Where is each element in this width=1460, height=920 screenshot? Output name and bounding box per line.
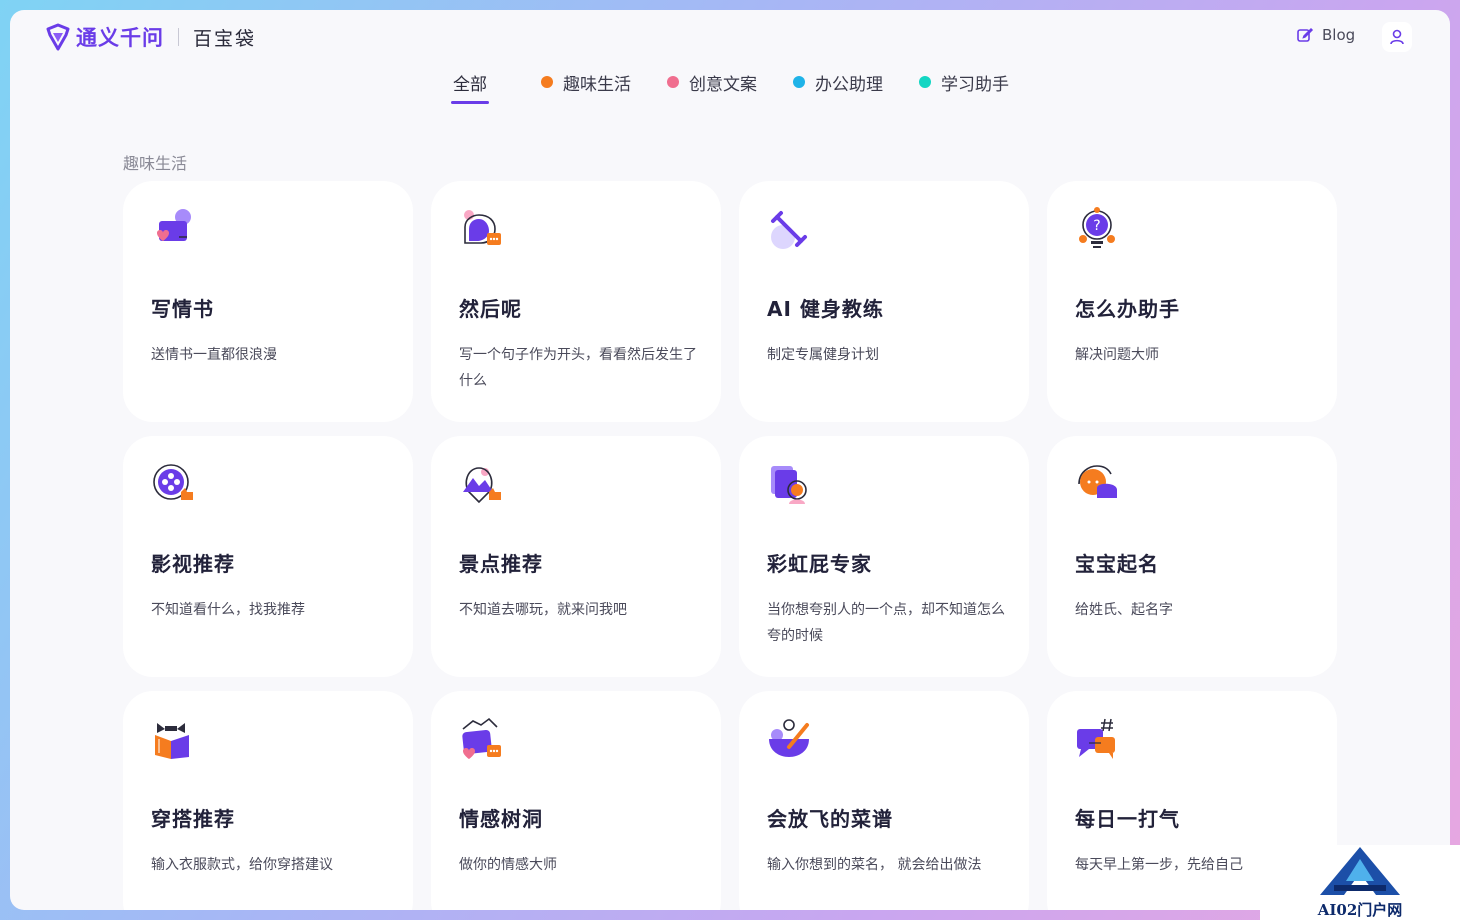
category-dot-icon <box>793 76 805 88</box>
svg-text:?: ? <box>1093 218 1100 234</box>
card-description: 不知道去哪玩，就来问我吧 <box>459 602 627 618</box>
section-title: 趣味生活 <box>123 154 188 173</box>
category-dot-icon <box>541 76 553 88</box>
card-description: 制定专属健身计划 <box>767 347 879 363</box>
edit-icon <box>1297 27 1314 42</box>
user-avatar-button[interactable] <box>1382 22 1412 52</box>
card-description: 当你想夸别人的一个点，却不知道怎么夸的时候 <box>767 602 1005 644</box>
map-pin-icon <box>463 467 501 504</box>
tab-1[interactable]: 趣味生活 <box>523 66 649 98</box>
lightbulb-question-icon: ? <box>1079 207 1115 248</box>
film-reel-icon <box>153 464 193 500</box>
outfit-icon <box>155 723 189 759</box>
header-divider <box>178 28 179 46</box>
tab-4[interactable]: 学习助手 <box>901 66 1027 98</box>
card-title: 写情书 <box>151 297 214 321</box>
product-name: 百宝袋 <box>193 27 257 50</box>
tab-label: 办公助理 <box>815 74 883 95</box>
tool-card[interactable]: 宝宝起名给姓氏、起名字 <box>1047 436 1337 677</box>
tool-card[interactable]: 会放飞的菜谱输入你想到的菜名， 就会给出做法 <box>739 691 1029 910</box>
user-icon <box>1390 29 1404 45</box>
card-title: 穿搭推荐 <box>151 807 235 831</box>
blog-link[interactable]: Blog <box>1296 26 1355 44</box>
card-description: 给姓氏、起名字 <box>1075 602 1173 618</box>
card-title: 会放飞的菜谱 <box>767 807 893 831</box>
tool-card[interactable]: 彩虹屁专家当你想夸别人的一个点，却不知道怎么夸的时候 <box>739 436 1029 677</box>
tool-card[interactable]: 然后呢写一个句子作为开头，看看然后发生了什么 <box>431 181 721 422</box>
tongyi-logo-icon <box>46 23 70 51</box>
card-grid: 写情书 送情书一直都很浪漫 然后呢 写一个句子作为开头，看看然后发生了什么 AI 健身教… <box>123 181 1343 910</box>
heart-chat-icon <box>462 717 501 759</box>
tool-card[interactable]: 穿搭推荐输入衣服款式，给你穿搭建议 <box>123 691 413 910</box>
watermark-logo-icon <box>1320 847 1400 895</box>
category-tabs: 全部 趣味生活 创意文案 办公助理 学习助手 <box>10 66 1450 110</box>
card-title: 情感树洞 <box>459 807 543 831</box>
card-title: 影视推荐 <box>151 552 235 576</box>
watermark-text: AI02门户网 <box>1317 901 1403 919</box>
card-description: 做你的情感大师 <box>459 857 557 873</box>
tool-card[interactable]: 景点推荐不知道去哪玩，就来问我吧 <box>431 436 721 677</box>
cooking-bowl-icon <box>769 719 809 757</box>
tool-card[interactable]: AI 健身教练制定专属健身计划 <box>739 181 1029 422</box>
tool-card[interactable]: 情感树洞做你的情感大师 <box>431 691 721 910</box>
logo[interactable]: 通义千问 百宝袋 <box>44 22 256 52</box>
tool-card[interactable]: ? 怎么办助手解决问题大师 <box>1047 181 1337 422</box>
card-title: 每日一打气 <box>1075 807 1180 831</box>
card-title: 彩虹屁专家 <box>767 552 872 576</box>
love-letter-icon <box>157 209 191 241</box>
card-description: 解决问题大师 <box>1075 347 1159 363</box>
card-title: 景点推荐 <box>459 552 543 576</box>
card-title: 怎么办助手 <box>1075 297 1180 321</box>
card-description: 输入你想到的菜名， 就会给出做法 <box>767 857 982 873</box>
tab-2[interactable]: 创意文案 <box>649 66 775 98</box>
card-description: 不知道看什么，找我推荐 <box>151 602 305 618</box>
baby-icon <box>1078 465 1117 498</box>
category-dot-icon <box>919 76 931 88</box>
praise-card-icon <box>771 466 807 504</box>
card-title: AI 健身教练 <box>767 297 884 321</box>
chat-bubble-icon <box>464 210 501 245</box>
tab-3[interactable]: 办公助理 <box>775 66 901 98</box>
tab-label: 趣味生活 <box>563 74 631 95</box>
app-window: 通义千问 百宝袋 Blog 全部 趣味生活 创意文案 办公助理 学习助手 趣味生活 写情… <box>10 10 1450 910</box>
tab-label: 创意文案 <box>689 74 757 95</box>
card-description: 送情书一直都很浪漫 <box>151 347 277 363</box>
tab-label: 全部 <box>453 74 487 95</box>
card-description: 写一个句子作为开头，看看然后发生了什么 <box>459 347 697 389</box>
tool-card[interactable]: 影视推荐不知道看什么，找我推荐 <box>123 436 413 677</box>
tab-label: 学习助手 <box>941 74 1009 95</box>
logo-text: 通义千问 <box>76 26 164 50</box>
blog-label: Blog <box>1322 26 1356 44</box>
hashtag-chat-icon <box>1077 718 1115 759</box>
card-title: 宝宝起名 <box>1075 552 1159 576</box>
tab-0[interactable]: 全部 <box>433 66 507 104</box>
category-dot-icon <box>667 76 679 88</box>
top-header: 通义千问 百宝袋 Blog <box>10 10 1450 66</box>
tool-card[interactable]: 写情书送情书一直都很浪漫 <box>123 181 413 422</box>
dumbbell-icon <box>771 211 807 249</box>
card-title: 然后呢 <box>459 297 522 321</box>
card-description: 输入衣服款式，给你穿搭建议 <box>151 857 333 873</box>
watermark: AI02门户网 <box>1260 845 1460 920</box>
